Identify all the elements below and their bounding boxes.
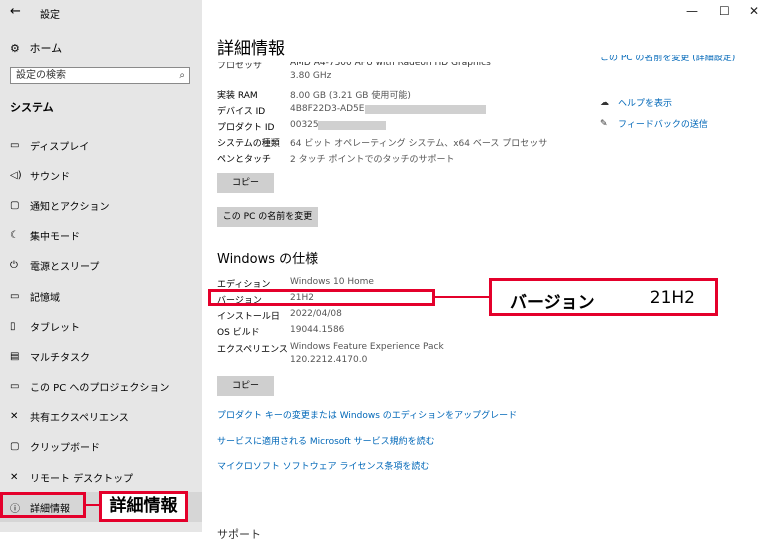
sidebar-item-label: サウンド [30,171,70,183]
spec-label: 実装 RAM [217,91,258,101]
sidebar-item-shared[interactable]: ✕ 共有エクスペリエンス [0,402,202,432]
sidebar-item-label: マルチタスク [30,352,90,364]
home-link[interactable]: ⚙ ホーム [10,40,62,56]
sidebar-item-remote[interactable]: ✕ リモート デスクトップ [0,462,202,492]
service-terms-link[interactable]: サービスに適用される Microsoft サービス規約を読む [217,434,435,447]
sidebar-item-display[interactable]: ▭ ディスプレイ [0,130,202,160]
sidebar-item-label: 電源とスリープ [30,262,100,274]
copy-button[interactable]: コピー [217,173,274,193]
sidebar-item-label: ディスプレイ [30,141,90,153]
callout-version-value: 21H2 [649,288,695,308]
sidebar-item-label: 集中モード [30,232,80,244]
sidebar-item-notifications[interactable]: ▢ 通知とアクション [0,190,202,220]
spec-value: 19044.1586 [290,325,345,335]
clipboard-icon: ▢ [10,441,20,453]
spec-value: 120.2212.4170.0 [290,355,368,365]
sidebar-item-label: 記憶域 [30,292,60,304]
spec-value: 2 タッチ ポイントでのタッチのサポート [290,155,455,165]
search-placeholder: 設定の検索 [16,70,66,81]
sidebar-item-label: 通知とアクション [30,201,110,213]
remote-icon: ✕ [10,471,19,483]
spec-label: プロダクト ID [217,123,275,133]
upgrade-link[interactable]: プロダクト キーの変更または Windows のエディションをアップグレード [217,408,517,421]
callout-version-label: バージョン [510,293,595,313]
maximize-button[interactable]: ☐ [719,4,730,18]
windows-spec-title: Windows の仕様 [217,252,319,267]
sidebar-item-storage[interactable]: ▭ 記憶域 [0,281,202,311]
notification-icon: ▢ [10,199,20,211]
search-icon: ⌕ [179,70,185,81]
back-arrow-icon[interactable]: ← [10,4,21,19]
spec-value: 64 ビット オペレーティング システム、x64 ベース プロセッサ [290,139,548,149]
redacted-block [318,121,386,130]
rename-pc-button[interactable]: この PC の名前を変更 [217,207,318,227]
sidebar: ← 設定 ⚙ ホーム 設定の検索 ⌕ システム ▭ ディスプレイ ◁) サウンド ▢… [0,0,202,532]
multitask-icon: ▤ [10,350,20,362]
home-label: ホーム [29,42,63,55]
power-icon: ⏻ [10,260,18,272]
sidebar-item-label: 共有エクスペリエンス [30,413,129,425]
spec-value: 4B8F22D3-AD5E- [290,104,368,114]
help-link[interactable]: ☁ ヘルプを表示 [600,96,673,110]
section-title: システム [10,101,54,114]
sidebar-item-label: クリップボード [30,443,100,455]
highlight-box-version [208,289,435,306]
sidebar-item-projection[interactable]: ▭ この PC へのプロジェクション [0,372,202,402]
spec-value: Windows 10 Home [290,277,374,287]
sidebar-item-focus[interactable]: ☾ 集中モード [0,221,202,251]
sidebar-item-sound[interactable]: ◁) サウンド [0,160,202,190]
spec-value: AMD A4-7300 APU with Radeon HD Graphics [290,58,491,68]
sidebar-item-tablet[interactable]: ▯ タブレット [0,311,202,341]
help-label: ヘルプを表示 [618,99,673,109]
moon-icon: ☾ [10,230,19,242]
callout-about: 詳細情報 [99,491,188,522]
feedback-link[interactable]: ✎ フィードバックの送信 [600,117,708,131]
spec-value: Windows Feature Experience Pack [290,342,444,352]
minimize-button[interactable]: — [686,4,698,18]
support-heading-partial: サポート [217,528,261,541]
search-input[interactable]: 設定の検索 ⌕ [10,67,190,84]
spec-value: 8.00 GB (3.21 GB 使用可能) [290,91,411,101]
feedback-label: フィードバックの送信 [618,120,708,130]
highlight-box-about [0,492,86,518]
spec-label: インストール日 [217,312,280,322]
help-icon: ☁ [600,97,609,108]
sidebar-item-label: この PC へのプロジェクション [30,383,170,395]
spec-label: OS ビルド [217,328,260,338]
storage-icon: ▭ [10,290,20,302]
feedback-icon: ✎ [600,118,608,129]
spec-label: エクスペリエンス [217,345,288,355]
license-link[interactable]: マイクロソフト ソフトウェア ライセンス条項を読む [217,459,429,472]
gear-icon: ⚙ [10,42,20,55]
callout-connector [86,504,99,506]
redacted-block [365,105,486,114]
callout-connector [435,296,489,298]
spec-label: プロセッサ [217,61,263,71]
callout-version: バージョン 21H2 [489,278,718,316]
advanced-rename-link[interactable]: この PC の名前を変更 (詳細設定) [600,55,735,63]
sidebar-item-label: タブレット [30,322,80,334]
app-title: 設定 [40,10,60,21]
spec-label: ペンとタッチ [217,155,272,165]
spec-value: 2022/04/08 [290,309,342,319]
sidebar-item-power[interactable]: ⏻ 電源とスリープ [0,251,202,281]
projection-icon: ▭ [10,381,20,393]
sidebar-nav: ▭ ディスプレイ ◁) サウンド ▢ 通知とアクション ☾ 集中モード ⏻ 電源とスリープ… [0,130,202,523]
speaker-icon: ◁) [10,169,22,181]
page-title: 詳細情報 [217,39,285,59]
spec-label: デバイス ID [217,107,266,117]
spec-label: システムの種類 [217,139,280,149]
tablet-icon: ▯ [10,320,16,332]
spec-value: 3.80 GHz [290,71,332,81]
sidebar-item-clipboard[interactable]: ▢ クリップボード [0,432,202,462]
sidebar-item-label: リモート デスクトップ [30,473,134,485]
display-icon: ▭ [10,139,20,151]
copy-button-2[interactable]: コピー [217,376,274,396]
share-icon: ✕ [10,411,19,423]
close-button[interactable]: ✕ [749,4,759,18]
sidebar-item-multitasking[interactable]: ▤ マルチタスク [0,341,202,371]
